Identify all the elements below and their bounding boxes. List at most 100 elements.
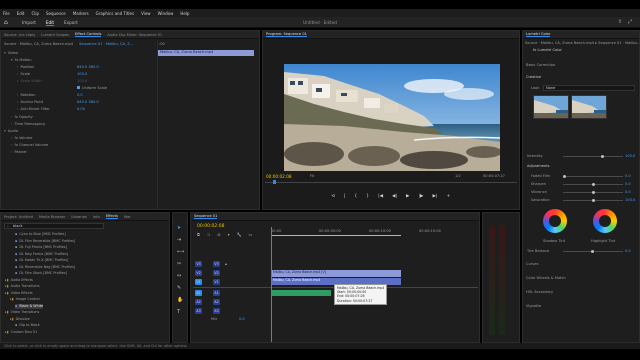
lumetri-header[interactable]: Source · Malibu, CA, Zuma Beach.mp4 ▸ Se… [525,41,639,47]
effects-list-item[interactable]: ▸▮ Video Transitions [5,310,39,315]
saturation-slider[interactable] [563,199,623,202]
track-a1-target[interactable]: A1 [195,290,202,296]
effects-list-item[interactable]: ▪ DL Kodak Tri-X [BMC Profiles] [15,258,68,263]
section-creative[interactable]: Creative [526,75,541,81]
section-hsl[interactable]: HSL Secondary [526,290,553,296]
nest-icon[interactable]: ⧉ [197,232,200,237]
ec-uniform-scale[interactable]: Uniform Scale [77,86,107,92]
work-area-bar[interactable] [271,235,401,236]
mark-in-icon[interactable]: | [344,194,346,199]
intensity-knob[interactable] [601,155,604,158]
program-title[interactable]: Program: Sequence 01 [266,32,307,37]
menu-file[interactable]: File [3,11,10,16]
effects-list-item[interactable]: ▪ DL Film Reversible [BMC Profiles] [15,239,75,244]
step-forward-frame-icon[interactable]: |▶ [419,194,424,199]
ec-row-volume[interactable]: › fx Volume [11,136,32,142]
sharpen-value[interactable]: 0.0 [625,182,631,188]
tint-balance-value[interactable]: 0.0 [625,249,631,255]
video-frame[interactable] [284,64,500,171]
tint-balance-knob[interactable] [591,250,594,253]
share-icon[interactable]: ⇪ [618,19,622,25]
type-tool-icon[interactable]: T [177,309,184,315]
tab-lumetri-color[interactable]: Lumetri Color [526,32,551,37]
section-color-wheels[interactable]: Color Wheels & Match [526,276,566,282]
ripple-edit-icon[interactable]: ⟷ [177,249,184,255]
saturation-knob[interactable] [591,199,595,202]
wrench-icon[interactable]: 🔧 [237,232,242,237]
ec-clip-bar[interactable]: Malibu, CA, Zuma Beach.mp4 [158,50,254,56]
tab-info[interactable]: Info [93,215,100,219]
effects-list-item[interactable]: ▸▮ Video Effects [5,291,33,296]
mark-out-icon[interactable]: { [354,194,357,199]
video-clip-v2[interactable]: Malibu, CA, Zuma Beach.mp4 [V] [271,270,401,277]
effects-list-item[interactable]: ▸▮ Audio Effects [5,278,33,283]
ec-source-header[interactable]: Source · Malibu, CA, Zuma Beach.mp4 [4,42,73,48]
menu-graphics[interactable]: Graphics and Titles [96,11,134,16]
tab-sequence-01[interactable]: Sequence 01 [194,214,218,219]
menu-edit[interactable]: Edit [17,11,25,16]
track-a2-label[interactable]: A2 [213,299,220,305]
track-a3-label[interactable]: A3 [213,308,220,314]
tab-lumetri-scopes[interactable]: Lumetri Scopes [41,33,69,37]
menu-clip[interactable]: Clip [31,11,39,16]
tab-libraries[interactable]: Libraries [71,215,87,219]
marker-icon[interactable]: ⊲ [331,194,335,199]
ec-row-channel-volume[interactable]: › fx Channel Volume [11,143,48,149]
tab-source[interactable]: Source: (no clips) [4,33,35,37]
effects-list-item[interactable]: ▪ Dip to Black [15,323,40,328]
mix-value[interactable]: 0.0 [239,317,245,323]
ec-anchor-value[interactable]: 640.0 360.0 [77,100,99,106]
hand-tool-icon[interactable]: ✋ [177,297,184,303]
effects-list-item[interactable]: ▪ DL Fuji Provia [BMC Profiles] [15,245,67,250]
menu-window[interactable]: Window [158,11,174,16]
go-to-out-icon[interactable]: ▶| [432,194,437,199]
look-preview-thumb[interactable] [533,95,569,119]
vibrance-value[interactable]: 0.0 [625,190,631,196]
faded-film-knob[interactable] [563,175,566,178]
linked-icon[interactable]: ⊘ [217,232,220,237]
tab-markers[interactable]: Mar [124,215,131,219]
ec-row-motion[interactable]: ▾ fx Motion [11,58,32,64]
pen-tool-icon[interactable]: ✎ [177,285,184,291]
menu-view[interactable]: View [141,11,151,16]
ec-position-value[interactable]: 640.0 360.0 [77,65,99,71]
ec-row-time-remap[interactable]: › Time Remapping [11,122,45,128]
section-curves[interactable]: Curves [526,262,538,268]
quality-dropdown[interactable]: 1/2 [455,174,461,180]
effects-list-item[interactable]: ▪ DL Reversible Neg [BMC Profiles] [15,265,75,270]
timeline-ruler[interactable]: 00:00 00:00:05:00 00:00:10:00 00:00:15:0… [271,225,471,235]
add-marker-icon[interactable]: ▾ [228,232,230,237]
timeline-playhead[interactable] [271,227,272,342]
snap-icon[interactable]: ⊃ [207,232,210,237]
track-a1-label[interactable]: A1 [213,290,220,296]
intensity-value[interactable]: 100.0 [625,154,635,160]
effects-list-item[interactable]: ▸▮ Custom Bins 01 [5,330,37,335]
look-preview-thumb-2[interactable] [571,95,607,119]
play-icon[interactable]: ▶ [406,194,409,199]
track-v2-label[interactable]: V2 [213,270,220,276]
intensity-slider[interactable] [563,155,623,158]
track-v2-target[interactable]: V2 [195,270,202,276]
track-v3-target[interactable]: V3 [195,261,202,267]
track-select-icon[interactable]: ⇥ [177,237,184,243]
ec-sequence-header[interactable]: Sequence 01 · Malibu, CA, Z... [79,42,133,48]
program-playhead[interactable] [273,180,276,184]
effects-list-item[interactable]: ▪ DL Neg Forma [BMC Profiles] [15,252,68,257]
tab-effects[interactable]: Effects [105,214,118,219]
tab-project[interactable]: Project: Untitled [4,215,33,219]
shadow-tint-wheel[interactable] [543,209,567,233]
ec-row-opacity[interactable]: › fx Opacity [11,115,33,121]
go-to-in-icon[interactable]: } [366,194,369,199]
add-button-icon[interactable]: + [446,194,450,199]
effects-list-item[interactable]: ▪ DL Film Stock [BMC Profiles] [15,271,67,276]
ec-row-panner[interactable]: › Panner [11,150,27,156]
ec-scale-value[interactable]: 100.0 [77,72,87,78]
effects-list-item[interactable]: ▪ Black & White [15,303,44,309]
menu-markers[interactable]: Markers [73,11,89,16]
captions-icon[interactable]: ▭ [249,232,253,237]
track-v1-label[interactable]: V1 [213,279,220,285]
program-timecode[interactable]: 00:00:02:08 [266,174,292,180]
faded-film-slider[interactable] [563,175,623,178]
effects-list-item[interactable]: ▸▮ Image Control [10,297,40,302]
section-basic-correction[interactable]: Basic Correction [526,63,555,69]
